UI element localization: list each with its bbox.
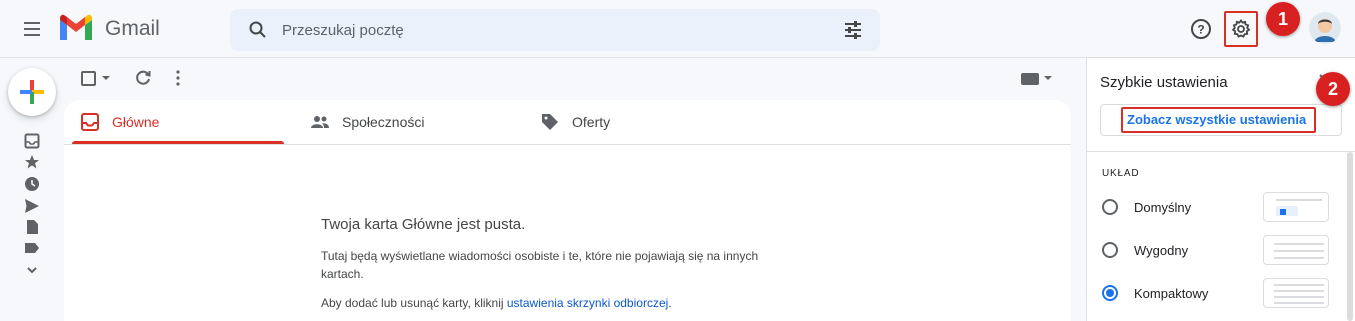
step-1-badge: 1 (1266, 2, 1300, 36)
gmail-logo-icon[interactable] (58, 14, 94, 42)
refresh-icon[interactable] (134, 69, 152, 87)
step-2-badge: 2 (1316, 72, 1350, 106)
label-icon[interactable] (24, 240, 40, 256)
density-option-label: Domyślny (1134, 200, 1192, 215)
svg-text:?: ? (1197, 23, 1204, 37)
scrollbar[interactable] (1347, 152, 1353, 321)
chevron-down-icon[interactable] (24, 262, 40, 278)
plus-icon (20, 80, 44, 104)
people-icon (311, 116, 329, 128)
tag-icon (542, 114, 558, 130)
app-name: Gmail (105, 17, 160, 40)
density-option-label: Kompaktowy (1134, 286, 1209, 301)
inbox-settings-link[interactable]: ustawienia skrzynki odbiorczej (507, 296, 668, 310)
tab-primary-label: Główne (112, 114, 160, 130)
see-all-settings-button[interactable]: Zobacz wszystkie ustawienia (1100, 104, 1342, 136)
tab-primary[interactable]: Główne (64, 100, 284, 144)
empty-state-hint: Aby dodać lub usunąć karty, kliknij usta… (321, 296, 672, 310)
empty-state-hint-end: . (668, 296, 672, 310)
density-radio-default[interactable] (1102, 199, 1118, 215)
quick-settings-divider (1087, 151, 1355, 152)
select-all-checkbox[interactable] (81, 71, 96, 86)
star-icon[interactable] (24, 154, 40, 170)
compose-button[interactable] (8, 68, 56, 116)
density-preview-compact (1263, 278, 1329, 308)
mail-toolbar (64, 58, 1086, 100)
density-option-label: Wygodny (1134, 243, 1189, 258)
tab-promotions[interactable]: Oferty (524, 100, 744, 144)
tabs-divider (64, 144, 1071, 145)
density-preview-comfortable (1263, 235, 1329, 265)
density-section-label: UKŁAD (1102, 168, 1140, 179)
settings-button[interactable] (1224, 11, 1258, 47)
inbox-panel: Główne Społeczności Oferty Twoja karta G… (64, 100, 1071, 321)
more-options-icon[interactable] (172, 69, 184, 87)
inbox-tab-icon (81, 113, 99, 131)
search-icon[interactable] (248, 20, 268, 40)
density-option-comfortable[interactable]: Wygodny (1100, 235, 1330, 265)
input-tools-caret-icon[interactable] (1044, 76, 1052, 80)
help-icon[interactable]: ? (1189, 17, 1213, 41)
quick-settings-title: Szybkie ustawienia (1100, 74, 1228, 91)
select-menu-caret-icon[interactable] (102, 76, 110, 80)
empty-state-description: Tutaj będą wyświetlane wiadomości osobis… (321, 249, 759, 281)
see-all-settings-label: Zobacz wszystkie ustawienia (1127, 112, 1307, 127)
main-menu-button[interactable] (20, 17, 44, 41)
tab-promotions-label: Oferty (572, 114, 611, 130)
density-preview-default (1263, 192, 1329, 222)
keyboard-icon[interactable] (1021, 73, 1039, 85)
inbox-icon[interactable] (24, 133, 40, 149)
search-input[interactable] (282, 19, 822, 41)
density-radio-comfortable[interactable] (1102, 242, 1118, 258)
tab-social[interactable]: Społeczności (294, 100, 514, 144)
search-bar[interactable] (230, 9, 880, 51)
sent-icon[interactable] (24, 198, 40, 214)
drafts-icon[interactable] (24, 219, 40, 235)
search-options-icon[interactable] (842, 19, 864, 41)
empty-state-title: Twoja karta Główne jest pusta. (321, 216, 526, 233)
gear-icon (1231, 19, 1251, 38)
density-radio-compact[interactable] (1102, 285, 1118, 301)
avatar[interactable] (1309, 12, 1341, 44)
snoozed-clock-icon[interactable] (24, 176, 40, 192)
density-option-compact[interactable]: Kompaktowy (1100, 278, 1330, 308)
quick-settings-panel: Szybkie ustawienia Zobacz wszystkie usta… (1086, 58, 1355, 321)
density-option-default[interactable]: Domyślny (1100, 192, 1330, 222)
empty-state-hint-text: Aby dodać lub usunąć karty, kliknij (321, 296, 507, 310)
tab-social-label: Społeczności (342, 114, 425, 130)
top-bar: Gmail ? 1 (0, 0, 1355, 58)
